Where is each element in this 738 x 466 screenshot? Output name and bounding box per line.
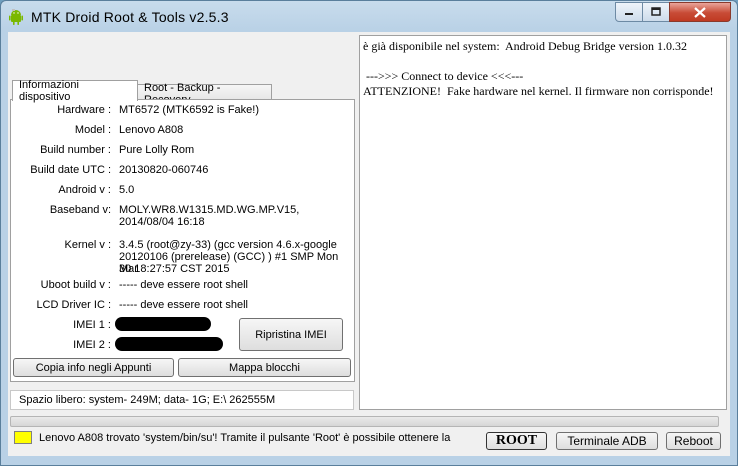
tab-device-info[interactable]: Informazioni dispositivo bbox=[12, 79, 138, 103]
model-value: Lenovo A808 bbox=[119, 124, 184, 136]
adb-terminal-button[interactable]: Terminale ADB bbox=[556, 432, 658, 450]
block-map-button[interactable]: Mappa blocchi bbox=[178, 358, 351, 377]
minimize-button[interactable] bbox=[615, 2, 643, 22]
minimize-icon bbox=[625, 13, 633, 15]
lcd-driver-label: LCD Driver IC : bbox=[36, 299, 111, 311]
imei-2-label: IMEI 2 : bbox=[73, 339, 111, 351]
kernel-label: Kernel v : bbox=[64, 239, 111, 251]
baseband-line-1: MOLY.WR8.W1315.MD.WG.MP.V15, bbox=[119, 204, 300, 216]
client-area: Informazioni dispositivo Root - Backup -… bbox=[8, 32, 730, 456]
maximize-button[interactable] bbox=[642, 2, 670, 22]
build-date-value: 20130820-060746 bbox=[119, 164, 209, 176]
free-space-field: Spazio libero: system- 249M; data- 1G; E… bbox=[10, 390, 354, 410]
root-button[interactable]: ROOT bbox=[486, 432, 547, 450]
restore-imei-button[interactable]: Ripristina IMEI bbox=[239, 318, 343, 351]
status-indicator bbox=[14, 431, 32, 444]
close-button[interactable] bbox=[669, 2, 731, 22]
close-icon bbox=[694, 6, 706, 18]
build-number-label: Build number : bbox=[40, 144, 111, 156]
imei-1-label: IMEI 1 : bbox=[73, 319, 111, 331]
build-number-value: Pure Lolly Rom bbox=[119, 144, 195, 156]
kernel-line-1: 3.4.5 (root@zy-33) (gcc version 4.6.x-go… bbox=[119, 239, 337, 251]
main-window: MTK Droid Root & Tools v2.5.3 Informazio… bbox=[0, 0, 738, 466]
copy-info-button[interactable]: Copia info negli Appunti bbox=[13, 358, 174, 377]
android-version-label: Android v : bbox=[58, 184, 111, 196]
log-output[interactable]: è già disponibile nel system: Android De… bbox=[359, 35, 727, 410]
baseband-label: Baseband v: bbox=[49, 204, 111, 216]
lcd-driver-value: ----- deve essere root shell bbox=[119, 299, 248, 311]
uboot-label: Uboot build v : bbox=[40, 279, 111, 291]
hardware-label: Hardware : bbox=[57, 104, 111, 116]
reboot-button[interactable]: Reboot bbox=[666, 432, 721, 450]
model-label: Model : bbox=[74, 124, 111, 136]
uboot-value: ----- deve essere root shell bbox=[119, 279, 248, 291]
imei-1-redaction bbox=[115, 317, 211, 331]
android-icon bbox=[9, 9, 23, 25]
status-text: Lenovo A808 trovato 'system/bin/su'! Tra… bbox=[39, 432, 451, 444]
progress-bar bbox=[10, 416, 719, 427]
android-version-value: 5.0 bbox=[119, 184, 135, 196]
maximize-icon bbox=[651, 7, 661, 16]
build-date-label: Build date UTC : bbox=[30, 164, 111, 176]
title-bar[interactable]: MTK Droid Root & Tools v2.5.3 bbox=[1, 1, 737, 31]
imei-2-redaction bbox=[115, 337, 223, 351]
device-info-panel: Hardware : MT6572 (MTK6592 is Fake!) Mod… bbox=[10, 99, 355, 382]
kernel-line-3: 30 18:27:57 CST 2015 bbox=[119, 263, 230, 275]
window-title: MTK Droid Root & Tools v2.5.3 bbox=[31, 9, 229, 25]
hardware-value: MT6572 (MTK6592 is Fake!) bbox=[119, 104, 259, 116]
baseband-line-2: 2014/08/04 16:18 bbox=[119, 216, 205, 228]
